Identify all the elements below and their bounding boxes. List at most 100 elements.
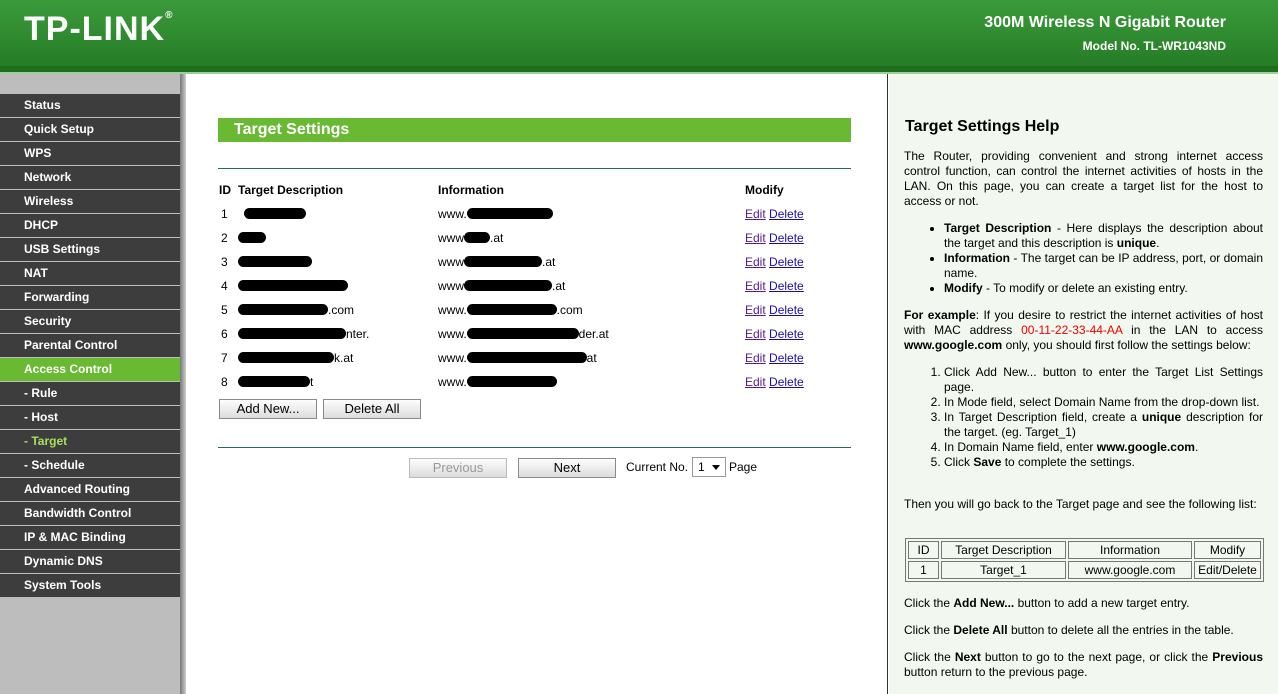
table-row: 8 t www. Edit Delete	[218, 375, 851, 395]
help-example-table: ID Target Description Information Modify…	[905, 538, 1264, 582]
sidebar-item-advanced-routing[interactable]: Advanced Routing	[0, 478, 180, 502]
delete-link[interactable]: Delete	[769, 231, 804, 245]
redaction-mark	[464, 280, 552, 292]
table-row: 1 www. Edit Delete	[218, 207, 851, 227]
redaction-mark	[238, 232, 266, 244]
help-step: Click Save to complete the settings.	[944, 455, 1263, 470]
sidebar-item-dhcp[interactable]: DHCP	[0, 214, 180, 238]
help-panel: Target Settings Help The Router, providi…	[889, 74, 1278, 694]
redaction-mark	[464, 256, 542, 268]
help-steps: Click Add New... button to enter the Tar…	[944, 365, 1263, 470]
sidebar-item-wps[interactable]: WPS	[0, 142, 180, 166]
col-header-id: ID	[219, 183, 231, 197]
table-row: 6 nter. www. der.at Edit Delete	[218, 327, 851, 347]
row-description	[238, 207, 306, 221]
redaction-mark	[238, 352, 334, 364]
next-button[interactable]: Next	[518, 458, 616, 478]
help-add-text: Click the Add New... button to add a new…	[904, 596, 1190, 610]
table-cell: www.google.com	[1068, 561, 1192, 579]
redaction-mark	[466, 208, 553, 220]
row-description	[238, 279, 348, 293]
sidebar-item-usb-settings[interactable]: USB Settings	[0, 238, 180, 262]
sidebar-item-wireless[interactable]: Wireless	[0, 190, 180, 214]
page-select[interactable]: 1	[692, 457, 726, 477]
sidebar-item-system-tools[interactable]: System Tools	[0, 574, 180, 598]
help-delete-text: Click the Delete All button to delete al…	[904, 623, 1234, 637]
sidebar-item-ip-mac-binding[interactable]: IP & MAC Binding	[0, 526, 180, 550]
current-no-label: Current No.	[626, 460, 689, 474]
row-id: 6	[221, 327, 228, 341]
sidebar-item-target[interactable]: - Target	[0, 430, 180, 454]
sidebar: Status Quick Setup WPS Network Wireless …	[0, 74, 180, 694]
row-modify: Edit Delete	[745, 327, 804, 341]
col-header-modify: Modify	[745, 183, 784, 197]
delete-all-button[interactable]: Delete All	[323, 399, 421, 419]
edit-link[interactable]: Edit	[745, 375, 766, 389]
row-modify: Edit Delete	[745, 351, 804, 365]
edit-link[interactable]: Edit	[745, 327, 766, 341]
add-new-button[interactable]: Add New...	[219, 399, 317, 419]
help-step: In Target Description field, create a un…	[944, 410, 1263, 440]
edit-link[interactable]: Edit	[745, 279, 766, 293]
sidebar-item-forwarding[interactable]: Forwarding	[0, 286, 180, 310]
edit-link[interactable]: Edit	[745, 231, 766, 245]
sidebar-item-parental-control[interactable]: Parental Control	[0, 334, 180, 358]
delete-link[interactable]: Delete	[769, 303, 804, 317]
previous-button[interactable]: Previous	[409, 458, 507, 478]
row-information: www. .com	[438, 303, 583, 317]
table-row: 5 .com www. .com Edit Delete	[218, 303, 851, 323]
sidebar-item-access-control[interactable]: Access Control	[0, 358, 180, 382]
table-header-cell: Target Description	[941, 541, 1066, 559]
table-cell: Target_1	[941, 561, 1066, 579]
table-header-cell: Modify	[1194, 541, 1261, 559]
row-description: .com	[238, 303, 354, 317]
delete-link[interactable]: Delete	[769, 255, 804, 269]
table-header-cell: ID	[908, 541, 939, 559]
edit-link[interactable]: Edit	[745, 255, 766, 269]
row-id: 5	[221, 303, 228, 317]
page-title: Target Settings	[218, 118, 851, 142]
row-information: www.at	[438, 351, 597, 365]
sidebar-item-bandwidth-control[interactable]: Bandwidth Control	[0, 502, 180, 526]
row-description: t	[238, 375, 313, 389]
help-next-text: Click the Next button to go to the next …	[904, 650, 1263, 679]
delete-link[interactable]: Delete	[769, 207, 804, 221]
sidebar-item-host[interactable]: - Host	[0, 406, 180, 430]
edit-link[interactable]: Edit	[745, 207, 766, 221]
sidebar-item-schedule[interactable]: - Schedule	[0, 454, 180, 478]
sidebar-item-security[interactable]: Security	[0, 310, 180, 334]
delete-link[interactable]: Delete	[769, 351, 804, 365]
table-row: 7 k.at www. at Edit Delete	[218, 351, 851, 371]
sidebar-item-dynamic-dns[interactable]: Dynamic DNS	[0, 550, 180, 574]
row-modify: Edit Delete	[745, 255, 804, 269]
sidebar-item-quick-setup[interactable]: Quick Setup	[0, 118, 180, 142]
delete-link[interactable]: Delete	[769, 327, 804, 341]
table-header-row: ID Target Description Information Modify	[908, 541, 1261, 559]
sidebar-item-network[interactable]: Network	[0, 166, 180, 190]
chevron-down-icon	[712, 465, 720, 470]
row-modify: Edit Delete	[745, 231, 804, 245]
sidebar-item-status[interactable]: Status	[0, 94, 180, 118]
row-modify: Edit Delete	[745, 207, 804, 221]
col-header-information: Information	[438, 183, 504, 197]
help-intro: The Router, providing convenient and str…	[904, 149, 1263, 208]
delete-link[interactable]: Delete	[769, 279, 804, 293]
row-id: 4	[221, 279, 228, 293]
row-description: nter.	[238, 327, 369, 341]
top-divider	[218, 168, 851, 169]
table-row: 3 www .at Edit Delete	[218, 255, 851, 275]
delete-link[interactable]: Delete	[769, 375, 804, 389]
row-modify: Edit Delete	[745, 303, 804, 317]
sidebar-menu: Status Quick Setup WPS Network Wireless …	[0, 94, 180, 598]
row-id: 3	[221, 255, 228, 269]
redaction-mark	[466, 304, 557, 316]
col-header-description: Target Description	[238, 183, 344, 197]
help-bullet: Target Description - Here displays the d…	[944, 221, 1263, 251]
sidebar-item-nat[interactable]: NAT	[0, 262, 180, 286]
row-information: www. der.at	[438, 327, 609, 341]
edit-link[interactable]: Edit	[745, 303, 766, 317]
sidebar-item-rule[interactable]: - Rule	[0, 382, 180, 406]
edit-link[interactable]: Edit	[745, 351, 766, 365]
row-modify: Edit Delete	[745, 279, 804, 293]
help-bullet: Modify - To modify or delete an existing…	[944, 281, 1263, 296]
